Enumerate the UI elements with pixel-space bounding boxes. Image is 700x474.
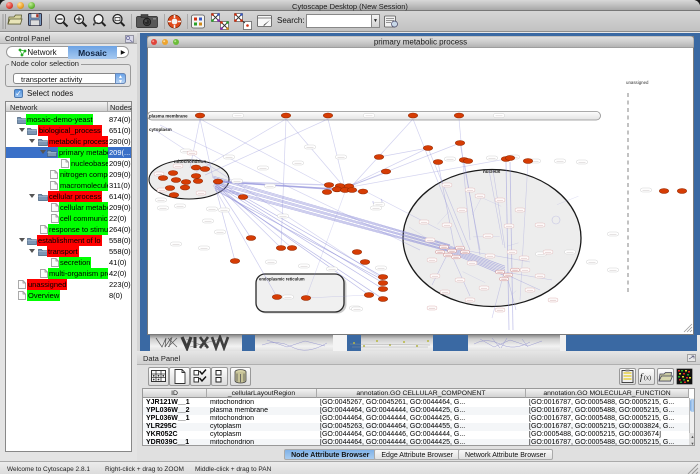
svg-text:nucleus: nucleus (483, 169, 501, 174)
svg-text:(x): (x) (644, 375, 651, 382)
svg-text:unassigned: unassigned (626, 80, 649, 85)
svg-text:cytoplasm: cytoplasm (149, 127, 172, 132)
svg-text:plasma membrane: plasma membrane (149, 114, 188, 119)
svg-text:primary metabolic process: primary metabolic process (374, 38, 467, 47)
svg-text:mitochondrion: mitochondrion (174, 159, 206, 164)
